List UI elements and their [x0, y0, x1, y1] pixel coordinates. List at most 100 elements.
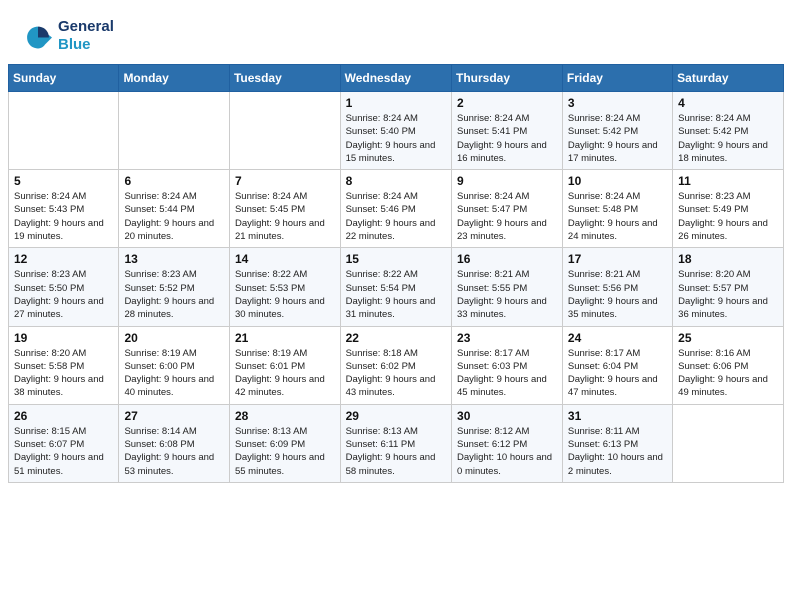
calendar-cell-2-7: 11Sunrise: 8:23 AM Sunset: 5:49 PM Dayli…: [673, 170, 784, 248]
calendar-week-3: 12 Sunrise: 8:23 AM Sunset: 5:50 PM Dayli…: [9, 248, 784, 326]
calendar-cell-3-6: 17 Sunrise: 8:21 AM Sunset: 5:56 PM Dayli…: [562, 248, 672, 326]
calendar-cell-1-4: 1 Sunrise: 8:24 AM Sunset: 5:40 PM Daylig…: [340, 92, 451, 170]
day-info: Sunrise: 8:21 AM Sunset: 5:55 PM Dayligh…: [457, 268, 557, 321]
calendar-cell-2-6: 10 Sunrise: 8:24 AM Sunset: 5:48 PM Dayli…: [562, 170, 672, 248]
day-info: Sunrise: 8:16 AM Sunset: 6:06 PM Dayligh…: [678, 347, 778, 400]
weekday-header-tuesday: Tuesday: [229, 65, 340, 92]
day-number: 17: [568, 252, 667, 266]
day-number: 9: [457, 174, 557, 188]
day-number: 1: [346, 96, 446, 110]
day-info: Sunrise: 8:12 AM Sunset: 6:12 PM Dayligh…: [457, 425, 557, 478]
page-header: General Blue: [0, 0, 792, 64]
calendar-cell-4-4: 22 Sunrise: 8:18 AM Sunset: 6:02 PM Dayli…: [340, 326, 451, 404]
day-number: 12: [14, 252, 113, 266]
day-number: 15: [346, 252, 446, 266]
calendar-cell-1-2: [119, 92, 230, 170]
calendar-cell-4-2: 20Sunrise: 8:19 AM Sunset: 6:00 PM Dayli…: [119, 326, 230, 404]
day-number: 31: [568, 409, 667, 423]
calendar-week-2: 5Sunrise: 8:24 AM Sunset: 5:43 PM Daylig…: [9, 170, 784, 248]
calendar-cell-4-3: 21 Sunrise: 8:19 AM Sunset: 6:01 PM Dayli…: [229, 326, 340, 404]
calendar-cell-3-4: 15 Sunrise: 8:22 AM Sunset: 5:54 PM Dayli…: [340, 248, 451, 326]
day-info: Sunrise: 8:17 AM Sunset: 6:03 PM Dayligh…: [457, 347, 557, 400]
calendar-cell-4-7: 25 Sunrise: 8:16 AM Sunset: 6:06 PM Dayli…: [673, 326, 784, 404]
calendar-wrapper: SundayMondayTuesdayWednesdayThursdayFrid…: [0, 64, 792, 491]
day-number: 19: [14, 331, 113, 345]
calendar-header: SundayMondayTuesdayWednesdayThursdayFrid…: [9, 65, 784, 92]
day-number: 14: [235, 252, 335, 266]
calendar-cell-5-2: 27 Sunrise: 8:14 AM Sunset: 6:08 PM Dayli…: [119, 404, 230, 482]
calendar-cell-3-1: 12 Sunrise: 8:23 AM Sunset: 5:50 PM Dayli…: [9, 248, 119, 326]
day-number: 2: [457, 96, 557, 110]
day-number: 25: [678, 331, 778, 345]
weekday-header-sunday: Sunday: [9, 65, 119, 92]
day-info: Sunrise: 8:14 AM Sunset: 6:08 PM Dayligh…: [124, 425, 224, 478]
day-info: Sunrise: 8:24 AM Sunset: 5:41 PM Dayligh…: [457, 112, 557, 165]
calendar-cell-2-5: 9 Sunrise: 8:24 AM Sunset: 5:47 PM Daylig…: [452, 170, 563, 248]
calendar-cell-2-1: 5Sunrise: 8:24 AM Sunset: 5:43 PM Daylig…: [9, 170, 119, 248]
logo-icon: [24, 22, 52, 50]
day-number: 4: [678, 96, 778, 110]
day-number: 29: [346, 409, 446, 423]
day-number: 23: [457, 331, 557, 345]
calendar-cell-1-1: [9, 92, 119, 170]
calendar-cell-3-2: 13 Sunrise: 8:23 AM Sunset: 5:52 PM Dayli…: [119, 248, 230, 326]
day-number: 26: [14, 409, 113, 423]
day-number: 16: [457, 252, 557, 266]
day-info: Sunrise: 8:23 AM Sunset: 5:52 PM Dayligh…: [124, 268, 224, 321]
day-number: 7: [235, 174, 335, 188]
calendar-week-4: 19Sunrise: 8:20 AM Sunset: 5:58 PM Dayli…: [9, 326, 784, 404]
day-number: 11: [678, 174, 778, 188]
day-number: 10: [568, 174, 667, 188]
day-info: Sunrise: 8:19 AM Sunset: 6:01 PM Dayligh…: [235, 347, 335, 400]
day-info: Sunrise: 8:18 AM Sunset: 6:02 PM Dayligh…: [346, 347, 446, 400]
calendar-cell-5-3: 28Sunrise: 8:13 AM Sunset: 6:09 PM Dayli…: [229, 404, 340, 482]
day-info: Sunrise: 8:13 AM Sunset: 6:11 PM Dayligh…: [346, 425, 446, 478]
day-info: Sunrise: 8:23 AM Sunset: 5:50 PM Dayligh…: [14, 268, 113, 321]
day-info: Sunrise: 8:24 AM Sunset: 5:44 PM Dayligh…: [124, 190, 224, 243]
calendar-cell-5-5: 30 Sunrise: 8:12 AM Sunset: 6:12 PM Dayli…: [452, 404, 563, 482]
calendar-cell-2-2: 6Sunrise: 8:24 AM Sunset: 5:44 PM Daylig…: [119, 170, 230, 248]
day-info: Sunrise: 8:24 AM Sunset: 5:47 PM Dayligh…: [457, 190, 557, 243]
calendar-cell-5-1: 26 Sunrise: 8:15 AM Sunset: 6:07 PM Dayli…: [9, 404, 119, 482]
weekday-header-row: SundayMondayTuesdayWednesdayThursdayFrid…: [9, 65, 784, 92]
day-number: 22: [346, 331, 446, 345]
weekday-header-wednesday: Wednesday: [340, 65, 451, 92]
day-info: Sunrise: 8:19 AM Sunset: 6:00 PM Dayligh…: [124, 347, 224, 400]
day-info: Sunrise: 8:11 AM Sunset: 6:13 PM Dayligh…: [568, 425, 667, 478]
day-number: 18: [678, 252, 778, 266]
calendar-cell-4-5: 23 Sunrise: 8:17 AM Sunset: 6:03 PM Dayli…: [452, 326, 563, 404]
logo: General Blue: [24, 18, 114, 54]
weekday-header-thursday: Thursday: [452, 65, 563, 92]
day-number: 21: [235, 331, 335, 345]
day-info: Sunrise: 8:22 AM Sunset: 5:54 PM Dayligh…: [346, 268, 446, 321]
day-number: 13: [124, 252, 224, 266]
calendar-cell-4-6: 24 Sunrise: 8:17 AM Sunset: 6:04 PM Dayli…: [562, 326, 672, 404]
calendar-cell-4-1: 19Sunrise: 8:20 AM Sunset: 5:58 PM Dayli…: [9, 326, 119, 404]
day-info: Sunrise: 8:13 AM Sunset: 6:09 PM Dayligh…: [235, 425, 335, 478]
day-info: Sunrise: 8:24 AM Sunset: 5:42 PM Dayligh…: [678, 112, 778, 165]
calendar-cell-1-6: 3Sunrise: 8:24 AM Sunset: 5:42 PM Daylig…: [562, 92, 672, 170]
day-info: Sunrise: 8:24 AM Sunset: 5:45 PM Dayligh…: [235, 190, 335, 243]
day-number: 27: [124, 409, 224, 423]
day-info: Sunrise: 8:15 AM Sunset: 6:07 PM Dayligh…: [14, 425, 113, 478]
day-info: Sunrise: 8:17 AM Sunset: 6:04 PM Dayligh…: [568, 347, 667, 400]
calendar-week-5: 26 Sunrise: 8:15 AM Sunset: 6:07 PM Dayli…: [9, 404, 784, 482]
day-info: Sunrise: 8:24 AM Sunset: 5:40 PM Dayligh…: [346, 112, 446, 165]
calendar-cell-3-3: 14 Sunrise: 8:22 AM Sunset: 5:53 PM Dayli…: [229, 248, 340, 326]
day-info: Sunrise: 8:24 AM Sunset: 5:48 PM Dayligh…: [568, 190, 667, 243]
calendar-cell-2-3: 7 Sunrise: 8:24 AM Sunset: 5:45 PM Daylig…: [229, 170, 340, 248]
calendar-table: SundayMondayTuesdayWednesdayThursdayFrid…: [8, 64, 784, 483]
day-info: Sunrise: 8:24 AM Sunset: 5:42 PM Dayligh…: [568, 112, 667, 165]
day-number: 8: [346, 174, 446, 188]
day-number: 30: [457, 409, 557, 423]
calendar-cell-5-4: 29 Sunrise: 8:13 AM Sunset: 6:11 PM Dayli…: [340, 404, 451, 482]
day-info: Sunrise: 8:21 AM Sunset: 5:56 PM Dayligh…: [568, 268, 667, 321]
day-number: 24: [568, 331, 667, 345]
calendar-cell-1-5: 2 Sunrise: 8:24 AM Sunset: 5:41 PM Daylig…: [452, 92, 563, 170]
day-info: Sunrise: 8:24 AM Sunset: 5:46 PM Dayligh…: [346, 190, 446, 243]
calendar-body: 1 Sunrise: 8:24 AM Sunset: 5:40 PM Daylig…: [9, 92, 784, 483]
weekday-header-saturday: Saturday: [673, 65, 784, 92]
weekday-header-monday: Monday: [119, 65, 230, 92]
day-info: Sunrise: 8:22 AM Sunset: 5:53 PM Dayligh…: [235, 268, 335, 321]
calendar-cell-5-7: [673, 404, 784, 482]
